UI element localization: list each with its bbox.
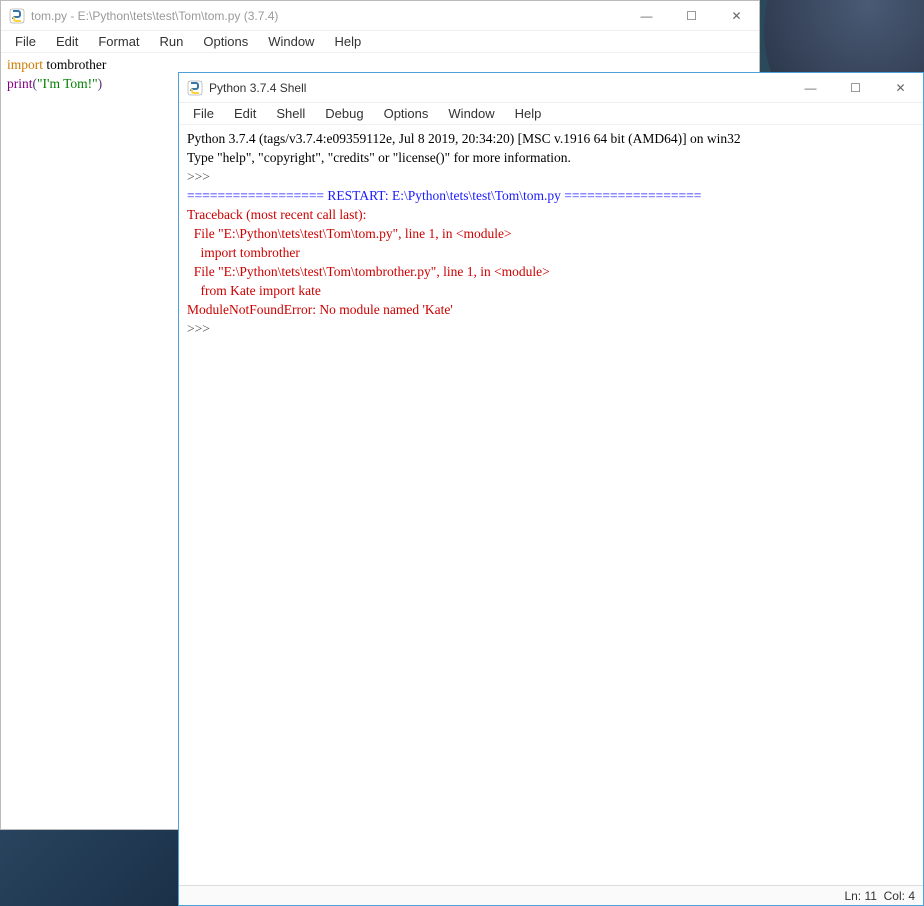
status-col-label: Col: [884,889,905,903]
status-col-value: 4 [908,889,915,903]
editor-window-controls: — ☐ ✕ [624,1,759,30]
status-ln-label: Ln: [844,889,861,903]
code-builtin: print [7,76,33,91]
menu-edit[interactable]: Edit [224,104,266,123]
editor-titlebar[interactable]: tom.py - E:\Python\tets\test\Tom\tom.py … [1,1,759,31]
shell-traceback: import tombrother [187,243,915,262]
shell-window-title: Python 3.7.4 Shell [209,81,788,95]
code-text: tombrother [43,57,106,72]
close-button[interactable]: ✕ [714,1,759,30]
menu-options[interactable]: Options [193,32,258,51]
shell-menubar: File Edit Shell Debug Options Window Hel… [179,103,923,125]
shell-window: Python 3.7.4 Shell — ☐ ✕ File Edit Shell… [178,72,924,906]
code-paren: ) [98,76,103,91]
menu-debug[interactable]: Debug [315,104,373,123]
maximize-button[interactable]: ☐ [833,73,878,102]
menu-format[interactable]: Format [88,32,149,51]
shell-traceback: Traceback (most recent call last): [187,205,915,224]
code-string: "I'm Tom!" [37,76,98,91]
shell-window-controls: — ☐ ✕ [788,73,923,102]
menu-window[interactable]: Window [438,104,504,123]
shell-traceback: from Kate import kate [187,281,915,300]
menu-shell[interactable]: Shell [266,104,315,123]
editor-menubar: File Edit Format Run Options Window Help [1,31,759,53]
shell-text-area[interactable]: Python 3.7.4 (tags/v3.7.4:e09359112e, Ju… [179,125,923,885]
editor-window-title: tom.py - E:\Python\tets\test\Tom\tom.py … [31,9,624,23]
minimize-button[interactable]: — [624,1,669,30]
shell-prompt: >>> [187,167,915,186]
shell-banner: Python 3.7.4 (tags/v3.7.4:e09359112e, Ju… [187,129,915,148]
shell-prompt: >>> [187,319,915,338]
minimize-button[interactable]: — [788,73,833,102]
close-button[interactable]: ✕ [878,73,923,102]
menu-options[interactable]: Options [374,104,439,123]
shell-titlebar[interactable]: Python 3.7.4 Shell — ☐ ✕ [179,73,923,103]
menu-help[interactable]: Help [324,32,371,51]
python-idle-icon [9,8,25,24]
menu-help[interactable]: Help [505,104,552,123]
menu-file[interactable]: File [5,32,46,51]
shell-traceback: File "E:\Python\tets\test\Tom\tom.py", l… [187,224,915,243]
code-keyword: import [7,57,43,72]
shell-traceback: File "E:\Python\tets\test\Tom\tombrother… [187,262,915,281]
maximize-button[interactable]: ☐ [669,1,714,30]
shell-banner: Type "help", "copyright", "credits" or "… [187,148,915,167]
menu-run[interactable]: Run [150,32,194,51]
menu-window[interactable]: Window [258,32,324,51]
python-idle-icon [187,80,203,96]
shell-error: ModuleNotFoundError: No module named 'Ka… [187,300,915,319]
shell-statusbar: Ln: 11 Col: 4 [179,885,923,905]
shell-restart-line: ================== RESTART: E:\Python\te… [187,186,915,205]
menu-edit[interactable]: Edit [46,32,88,51]
menu-file[interactable]: File [183,104,224,123]
status-ln-value: 11 [864,889,876,903]
